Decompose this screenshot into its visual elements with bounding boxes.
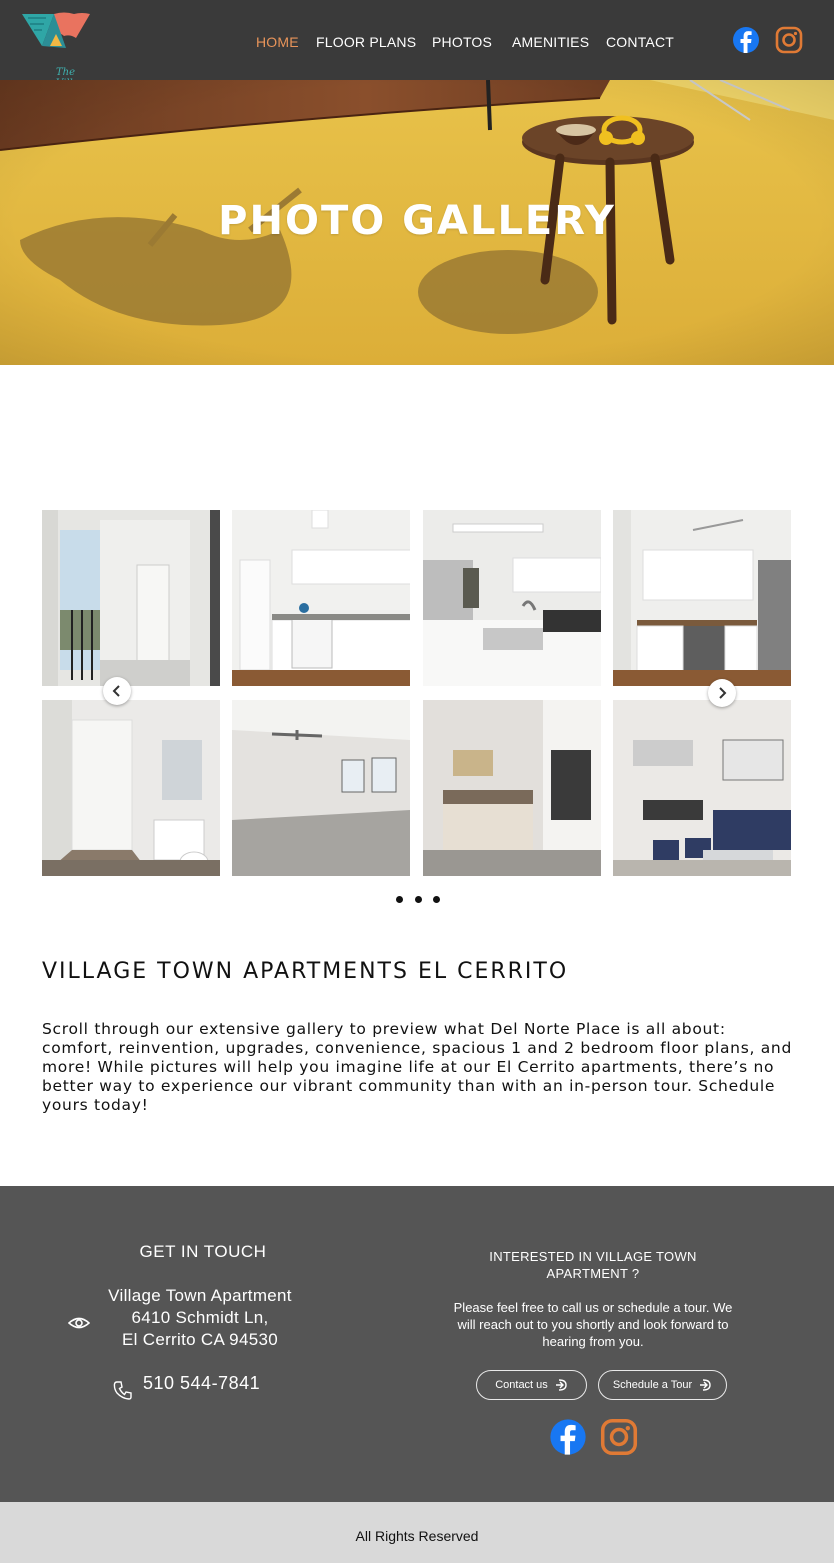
bathroom-photo[interactable]	[42, 700, 220, 876]
address-line-3: El Cerrito CA 94530	[122, 1330, 278, 1349]
balcony-photo[interactable]	[42, 510, 220, 686]
chevron-left-icon	[112, 685, 120, 697]
get-in-touch-heading: GET IN TOUCH	[139, 1242, 267, 1261]
contact-us-button[interactable]: Contact us	[476, 1370, 587, 1400]
page-title: PHOTO GALLERY	[218, 198, 616, 244]
schedule-tour-label: Schedule a Tour	[612, 1379, 693, 1391]
facebook-icon[interactable]	[732, 26, 760, 54]
arrow-in-icon	[555, 1379, 567, 1391]
gallery-dot-1[interactable]	[396, 896, 403, 903]
copyright-text: All Rights Reserved	[355, 1528, 479, 1544]
site-header: The Village HOME FLOOR PLANS PHOTOS AMEN…	[0, 0, 834, 89]
section-title: VILLAGE TOWN APARTMENTS EL CERRITO	[42, 959, 569, 984]
living-room-empty-photo[interactable]	[232, 700, 410, 876]
living-dining-photo[interactable]	[613, 700, 791, 876]
eye-icon	[68, 1317, 90, 1329]
address-block: Village Town Apartment 6410 Schmidt Ln, …	[90, 1285, 310, 1351]
phone-icon	[113, 1381, 132, 1400]
phone-number[interactable]: 510 544-7841	[143, 1373, 260, 1394]
gallery-prev-button[interactable]	[103, 677, 131, 705]
kitchen-stove-photo[interactable]	[613, 510, 791, 686]
chevron-right-icon	[719, 687, 727, 699]
nav-photos[interactable]: PHOTOS	[432, 34, 492, 50]
interested-heading: INTERESTED IN VILLAGE TOWN APARTMENT ?	[489, 1249, 697, 1281]
hero-banner: PHOTO GALLERY	[0, 80, 834, 365]
bedroom-photo[interactable]	[423, 700, 601, 876]
instagram-icon[interactable]	[775, 26, 803, 54]
footer-instagram-icon[interactable]	[600, 1418, 638, 1456]
kitchen-sink-photo[interactable]	[423, 510, 601, 686]
nav-contact[interactable]: CONTACT	[606, 34, 674, 50]
footer-facebook-icon[interactable]	[549, 1418, 587, 1456]
main-nav: HOME FLOOR PLANS PHOTOS AMENITIES CONTAC…	[0, 34, 834, 50]
copyright-bar: All Rights Reserved	[0, 1502, 834, 1563]
gallery-pagination	[396, 896, 440, 904]
section-description: Scroll through our extensive gallery to …	[42, 1020, 792, 1114]
gallery-dot-3[interactable]	[433, 896, 440, 903]
site-footer: GET IN TOUCH Village Town Apartment 6410…	[0, 1186, 834, 1502]
address-line-2: 6410 Schmidt Ln,	[131, 1308, 269, 1327]
schedule-tour-button[interactable]: Schedule a Tour	[598, 1370, 727, 1400]
arrow-in-icon	[700, 1379, 711, 1391]
address-line-1: Village Town Apartment	[108, 1286, 292, 1305]
nav-home[interactable]: HOME	[256, 34, 299, 50]
gallery-next-button[interactable]	[708, 679, 736, 707]
photo-gallery	[42, 510, 792, 876]
kitchen-photo[interactable]	[232, 510, 410, 686]
interested-description: Please feel free to call us or schedule …	[453, 1300, 733, 1349]
nav-floor-plans[interactable]: FLOOR PLANS	[316, 34, 416, 50]
contact-us-label: Contact us	[495, 1379, 548, 1391]
nav-amenities[interactable]: AMENITIES	[512, 34, 589, 50]
gallery-dot-2[interactable]	[414, 896, 422, 903]
